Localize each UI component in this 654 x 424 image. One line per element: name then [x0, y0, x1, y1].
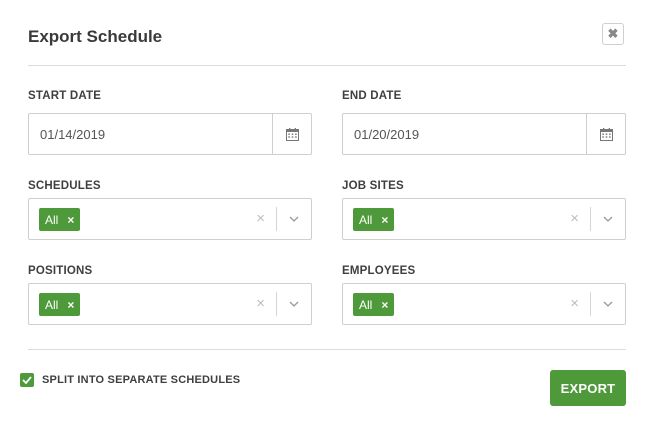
end-date-label: END DATE [342, 90, 402, 102]
end-date-field[interactable]: 01/20/2019 [342, 113, 626, 155]
clear-icon[interactable]: × [256, 210, 265, 227]
start-date-calendar-button[interactable] [272, 114, 311, 154]
calendar-icon [599, 127, 613, 141]
employees-label: EMPLOYEES [342, 265, 416, 277]
schedules-dropdown-button[interactable] [277, 199, 311, 239]
employees-tag-label: All [359, 297, 373, 312]
clear-icon[interactable]: × [256, 295, 265, 312]
end-date-calendar-button[interactable] [586, 114, 625, 154]
tag-remove-icon[interactable]: × [67, 298, 74, 312]
start-date-value[interactable]: 01/14/2019 [40, 127, 105, 142]
tag-remove-icon[interactable]: × [67, 213, 74, 227]
start-date-label: START DATE [28, 90, 102, 102]
clear-icon[interactable]: × [570, 210, 579, 227]
employees-dropdown-button[interactable] [591, 284, 625, 324]
schedules-tag-label: All [45, 212, 59, 227]
export-button[interactable]: EXPORT [550, 370, 626, 406]
dialog-title: Export Schedule [28, 27, 163, 46]
positions-tag-label: All [45, 297, 59, 312]
positions-tag: All × [39, 293, 81, 316]
positions-select[interactable]: All × × [28, 283, 312, 325]
start-date-field[interactable]: 01/14/2019 [28, 113, 312, 155]
employees-select[interactable]: All × × [342, 283, 626, 325]
close-icon: ✖ [607, 26, 619, 41]
job-sites-label: JOB SITES [342, 180, 404, 192]
schedules-label: SCHEDULES [28, 180, 101, 192]
employees-tag: All × [353, 293, 395, 316]
footer-divider [28, 349, 626, 350]
split-checkbox[interactable] [20, 373, 34, 387]
job-sites-dropdown-button[interactable] [591, 199, 625, 239]
end-date-value[interactable]: 01/20/2019 [354, 127, 419, 142]
split-label[interactable]: SPLIT INTO SEPARATE SCHEDULES [42, 374, 240, 386]
chevron-down-icon [289, 301, 299, 307]
positions-dropdown-button[interactable] [277, 284, 311, 324]
clear-icon[interactable]: × [570, 295, 579, 312]
job-sites-tag-label: All [359, 212, 373, 227]
tag-remove-icon[interactable]: × [381, 298, 388, 312]
checkmark-icon [22, 376, 32, 384]
header-divider [28, 65, 626, 66]
close-button[interactable]: ✖ [602, 23, 624, 45]
chevron-down-icon [603, 301, 613, 307]
schedules-select[interactable]: All × × [28, 198, 312, 240]
chevron-down-icon [603, 216, 613, 222]
tag-remove-icon[interactable]: × [381, 213, 388, 227]
job-sites-tag: All × [353, 208, 395, 231]
job-sites-select[interactable]: All × × [342, 198, 626, 240]
calendar-icon [285, 127, 299, 141]
schedules-tag: All × [39, 208, 81, 231]
chevron-down-icon [289, 216, 299, 222]
positions-label: POSITIONS [28, 265, 93, 277]
